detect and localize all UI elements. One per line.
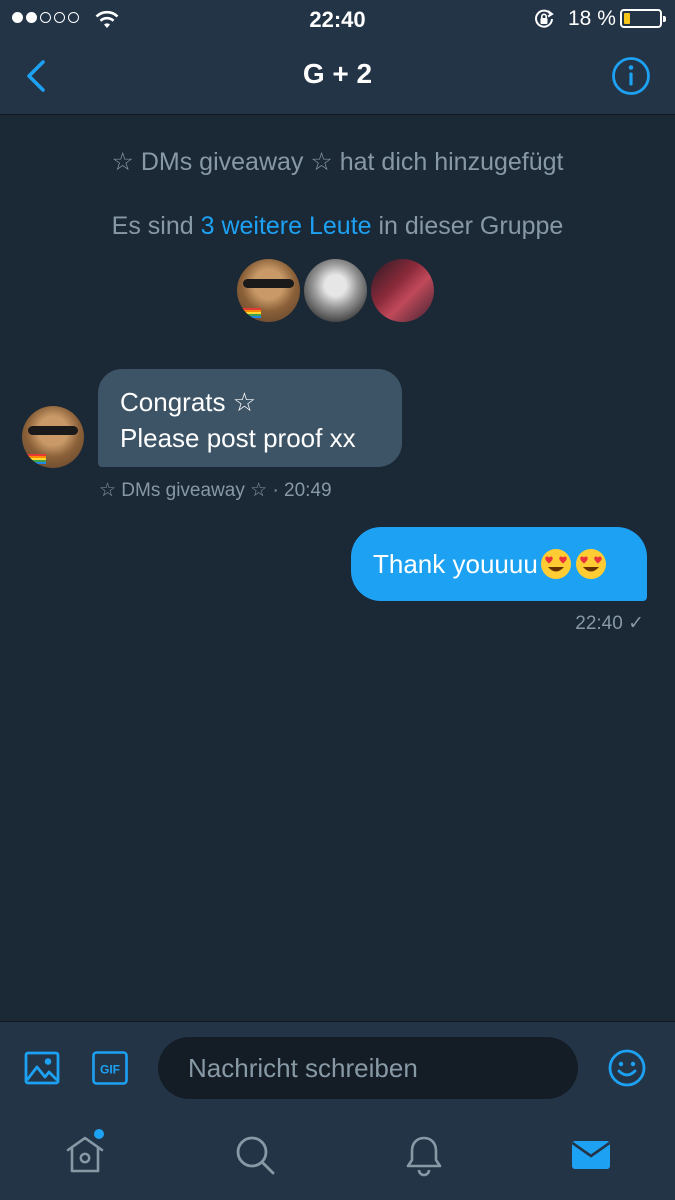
battery-level-fill	[624, 13, 631, 24]
heart-eyes-emoji-icon	[540, 549, 571, 579]
message-input[interactable]	[158, 1037, 578, 1099]
heart-eyes-emoji-icon	[575, 549, 606, 579]
bottom-tab-bar	[0, 1115, 675, 1200]
image-picker-icon[interactable]	[24, 1050, 60, 1086]
status-bar: 22:40 18 %	[0, 0, 675, 38]
added-to-group-notice: ☆ DMs giveaway ☆ hat dich hinzugefügt	[111, 148, 564, 176]
home-icon[interactable]	[63, 1133, 107, 1177]
outgoing-message-meta: 22:40 ✓	[575, 613, 644, 634]
message-line: Please post proof xx	[120, 423, 356, 453]
gif-button[interactable]: GIF	[92, 1051, 128, 1085]
battery-icon	[620, 9, 666, 28]
incoming-message-bubble[interactable]: Congrats ☆ Please post proof xx	[98, 369, 402, 467]
member-avatar[interactable]	[304, 259, 367, 322]
mail-icon[interactable]	[569, 1133, 613, 1177]
group-member-avatars	[237, 259, 434, 322]
info-button[interactable]	[611, 56, 651, 96]
group-members-notice: Es sind 3 weitere Leute in dieser Gruppe	[0, 212, 675, 241]
back-button[interactable]	[22, 56, 52, 96]
sender-avatar[interactable]	[22, 406, 84, 468]
incoming-message-meta: ☆ DMs giveaway ☆ · 20:49	[99, 480, 332, 501]
conversation-title: G + 2	[302, 58, 373, 89]
group-info-prefix: Es sind	[111, 212, 201, 240]
home-notification-dot	[94, 1129, 104, 1139]
rotation-lock-icon	[535, 9, 554, 28]
group-members-link[interactable]: 3 weitere Leute	[201, 212, 372, 240]
message-line: Congrats ☆	[120, 387, 257, 417]
member-avatar[interactable]	[371, 259, 434, 322]
battery-percent: 18 %	[568, 7, 616, 30]
bell-icon[interactable]	[402, 1133, 446, 1177]
group-info-suffix: in dieser Gruppe	[371, 212, 564, 240]
member-avatar[interactable]	[237, 259, 300, 322]
top-bar: 22:40 18 % G + 2	[0, 0, 675, 115]
message-composer: GIF	[0, 1021, 675, 1115]
message-text: Thank youuuu	[373, 549, 538, 579]
outgoing-message-bubble[interactable]: Thank youuuu	[351, 527, 647, 601]
emoji-picker-icon[interactable]	[608, 1049, 646, 1087]
gif-label: GIF	[100, 1063, 120, 1077]
search-icon[interactable]	[233, 1133, 277, 1177]
